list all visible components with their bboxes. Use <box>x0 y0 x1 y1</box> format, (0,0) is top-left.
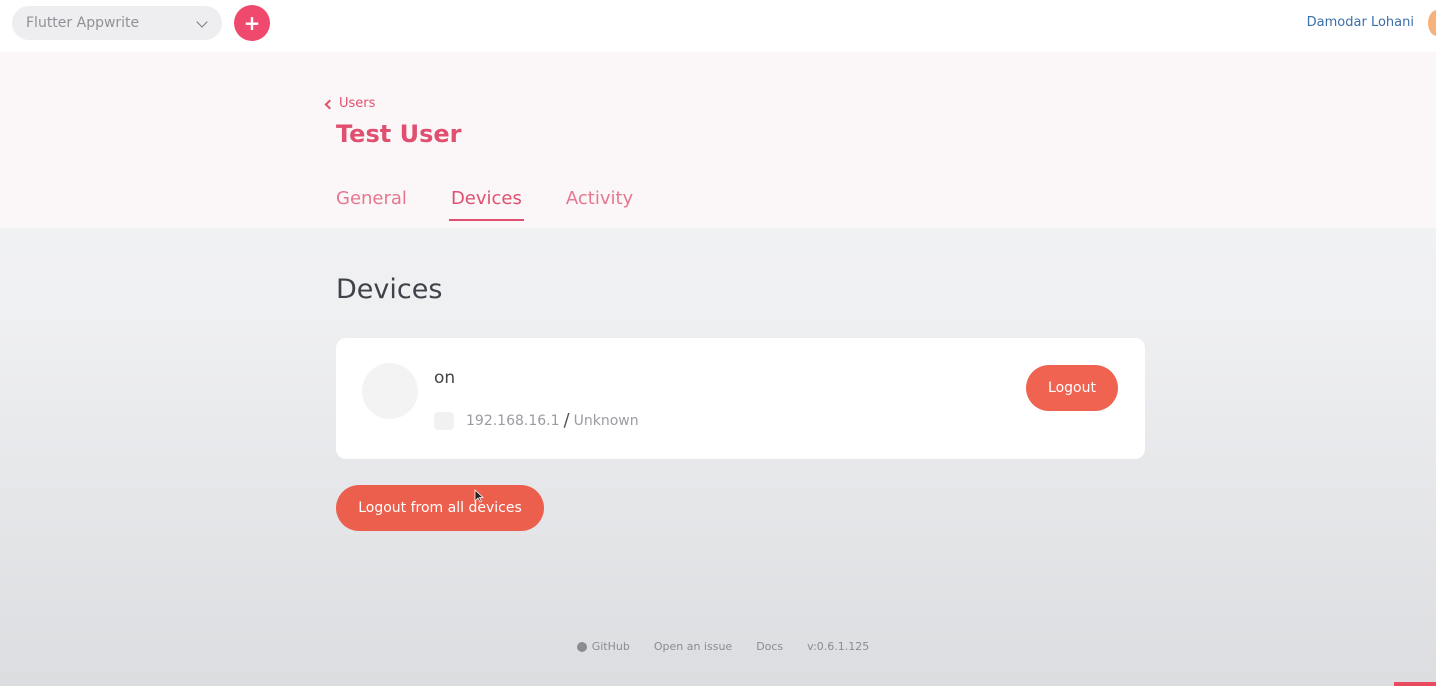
plus-icon: + <box>243 11 261 35</box>
meta-separator: / <box>563 410 570 431</box>
flag-icon <box>434 411 454 430</box>
github-link[interactable]: GitHub <box>576 640 630 653</box>
corner-accent <box>1394 682 1436 686</box>
device-ip: 192.168.16.1 <box>466 412 560 429</box>
github-icon <box>576 641 587 652</box>
device-card: on 192.168.16.1 / Unknown Logout <box>336 338 1145 459</box>
chevron-down-icon <box>196 16 208 28</box>
chevron-left-icon <box>324 99 335 109</box>
page-header: Users Test User General Devices Activity <box>0 52 1436 228</box>
tabs: General Devices Activity <box>336 188 677 221</box>
project-select-label: Flutter Appwrite <box>26 15 140 31</box>
breadcrumb[interactable]: Users <box>324 96 376 111</box>
tab-activity[interactable]: Activity <box>566 188 633 221</box>
device-icon <box>362 363 418 419</box>
add-project-button[interactable]: + <box>234 5 270 41</box>
footer: GitHub Open an issue Docs v:0.6.1.125 <box>0 640 1436 653</box>
device-name: on <box>434 368 456 388</box>
docs-link[interactable]: Docs <box>756 640 783 653</box>
user-name-link[interactable]: Damodar Lohani <box>1307 15 1414 30</box>
page-title: Test User <box>336 120 462 148</box>
section-title: Devices <box>336 274 443 305</box>
tab-devices[interactable]: Devices <box>448 188 524 221</box>
breadcrumb-label: Users <box>339 96 376 111</box>
open-issue-link[interactable]: Open an issue <box>654 640 732 653</box>
device-location: Unknown <box>573 412 639 429</box>
tab-general[interactable]: General <box>336 188 407 221</box>
avatar[interactable] <box>1428 10 1436 36</box>
github-label: GitHub <box>591 640 630 653</box>
project-select[interactable]: Flutter Appwrite <box>12 6 222 40</box>
logout-button[interactable]: Logout <box>1026 365 1118 411</box>
device-meta: 192.168.16.1 / Unknown <box>434 410 639 431</box>
top-bar: Flutter Appwrite + Damodar Lohani <box>0 0 1436 52</box>
cursor-icon <box>474 489 484 503</box>
logout-all-button[interactable]: Logout from all devices <box>336 485 544 531</box>
version-label: v:0.6.1.125 <box>807 640 870 653</box>
